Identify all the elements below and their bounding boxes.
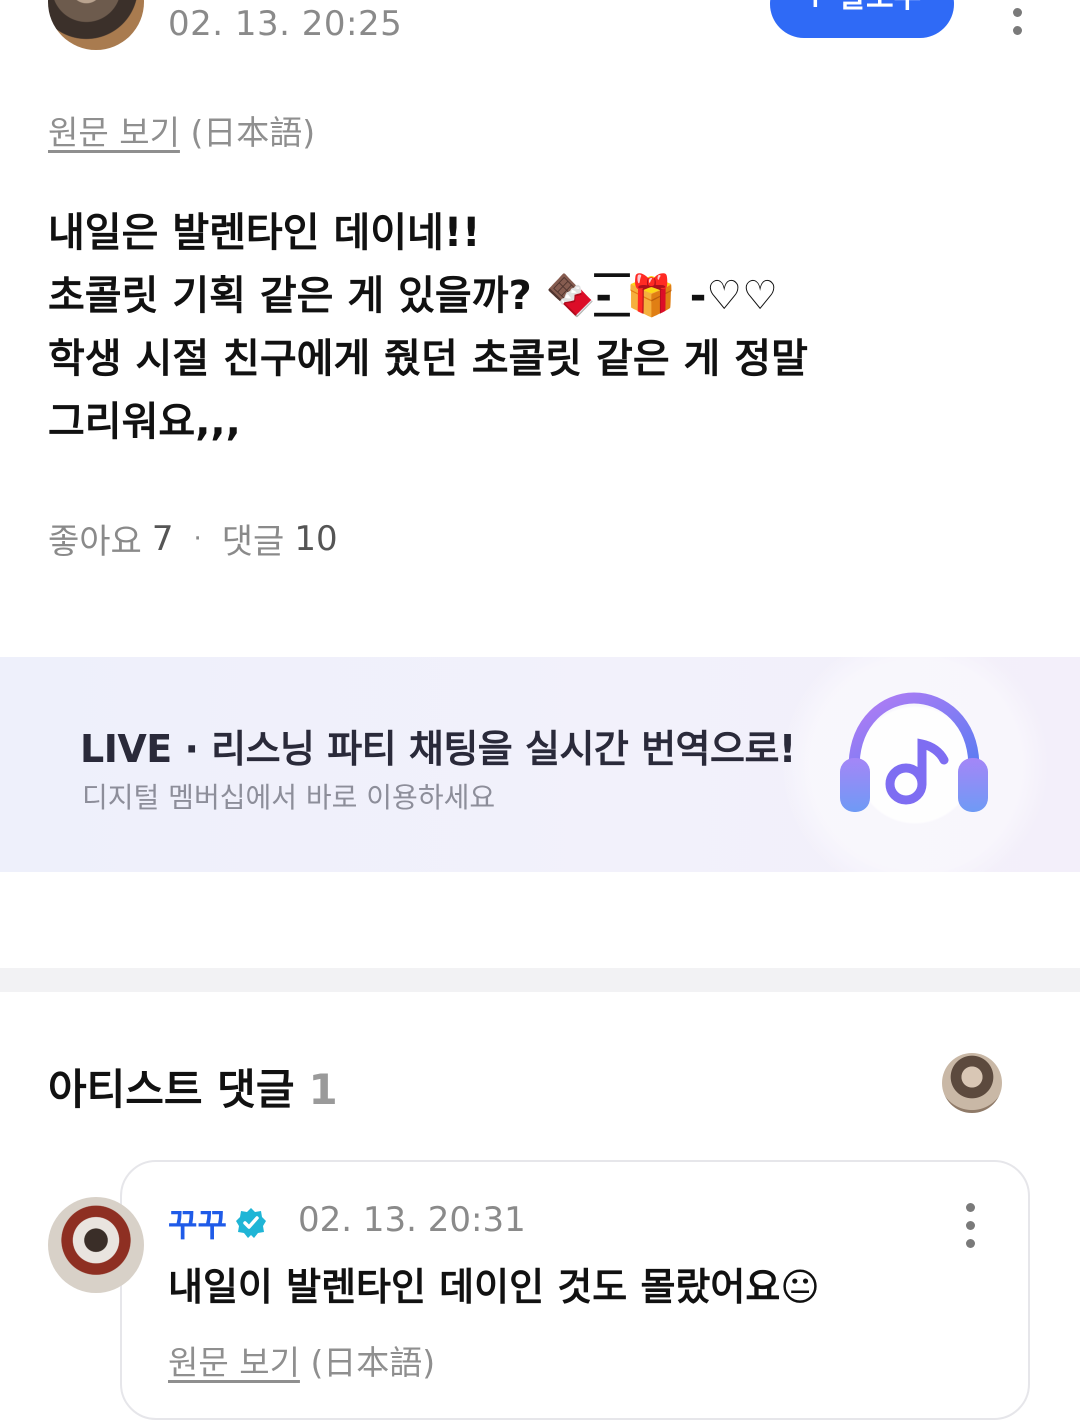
banner-subtitle: 디지털 멤버십에서 바로 이용하세요 — [82, 781, 496, 814]
stats-separator: · — [193, 523, 202, 554]
likes-label[interactable]: 좋아요 — [48, 514, 142, 563]
post-line: 그리워요,,, — [48, 399, 241, 445]
artist-comments-title: 아티스트 댓글 — [48, 1065, 295, 1114]
comments-label[interactable]: 댓글 — [222, 514, 285, 563]
follow-button[interactable]: + 팔로우 — [770, 0, 954, 38]
comment-view-original-link[interactable]: 원문 보기 — [168, 1343, 300, 1382]
commenter-avatar[interactable] — [48, 1197, 144, 1293]
commenter-name-row[interactable]: 꾸꾸 — [168, 1200, 267, 1246]
comment-view-original: 원문 보기 (日本語) — [168, 1336, 435, 1384]
likes-count: 7 — [151, 518, 174, 559]
headphones-music-icon — [840, 692, 988, 812]
view-original: 원문 보기 (日本語) — [48, 106, 315, 154]
artist-avatar-small[interactable] — [942, 1053, 1002, 1113]
post-line: 내일은 발렌타인 데이네!! — [48, 210, 481, 256]
artist-comments-count: 1 — [308, 1065, 338, 1114]
post-timestamp: 02. 13. 20:25 — [168, 4, 403, 44]
comments-count: 10 — [294, 518, 338, 559]
comment-timestamp: 02. 13. 20:31 — [298, 1200, 526, 1240]
section-divider — [0, 968, 1080, 992]
post-line: 학생 시절 친구에게 줬던 초콜릿 같은 게 정말 — [48, 336, 808, 382]
comment-original-language: (日本語) — [310, 1343, 436, 1382]
artist-comments-header: 아티스트 댓글 1 — [48, 1056, 338, 1117]
more-options-icon[interactable] — [1011, 0, 1023, 35]
commenter-name[interactable]: 꾸꾸 — [168, 1200, 227, 1246]
verified-badge-icon — [235, 1208, 266, 1238]
banner-title: LIVE · 리스닝 파티 채팅을 실시간 번역으로! — [80, 727, 796, 771]
author-avatar[interactable] — [48, 0, 144, 50]
comment-text: 내일이 발렌타인 데이인 것도 몰랐어요😐 — [168, 1265, 820, 1309]
view-original-link[interactable]: 원문 보기 — [48, 113, 180, 152]
post-body: 내일은 발렌타인 데이네!! 초콜릿 기획 같은 게 있을까? 🍫-͟͟͞͞ 🎁… — [48, 202, 1028, 454]
comment-more-options-icon[interactable] — [964, 1203, 976, 1248]
post-stats: 좋아요 7 · 댓글 10 — [48, 514, 338, 563]
post-line: 초콜릿 기획 같은 게 있을까? 🍫-͟͟͞͞ 🎁 -♡♡ — [48, 273, 779, 319]
original-language: (日本語) — [190, 113, 316, 152]
